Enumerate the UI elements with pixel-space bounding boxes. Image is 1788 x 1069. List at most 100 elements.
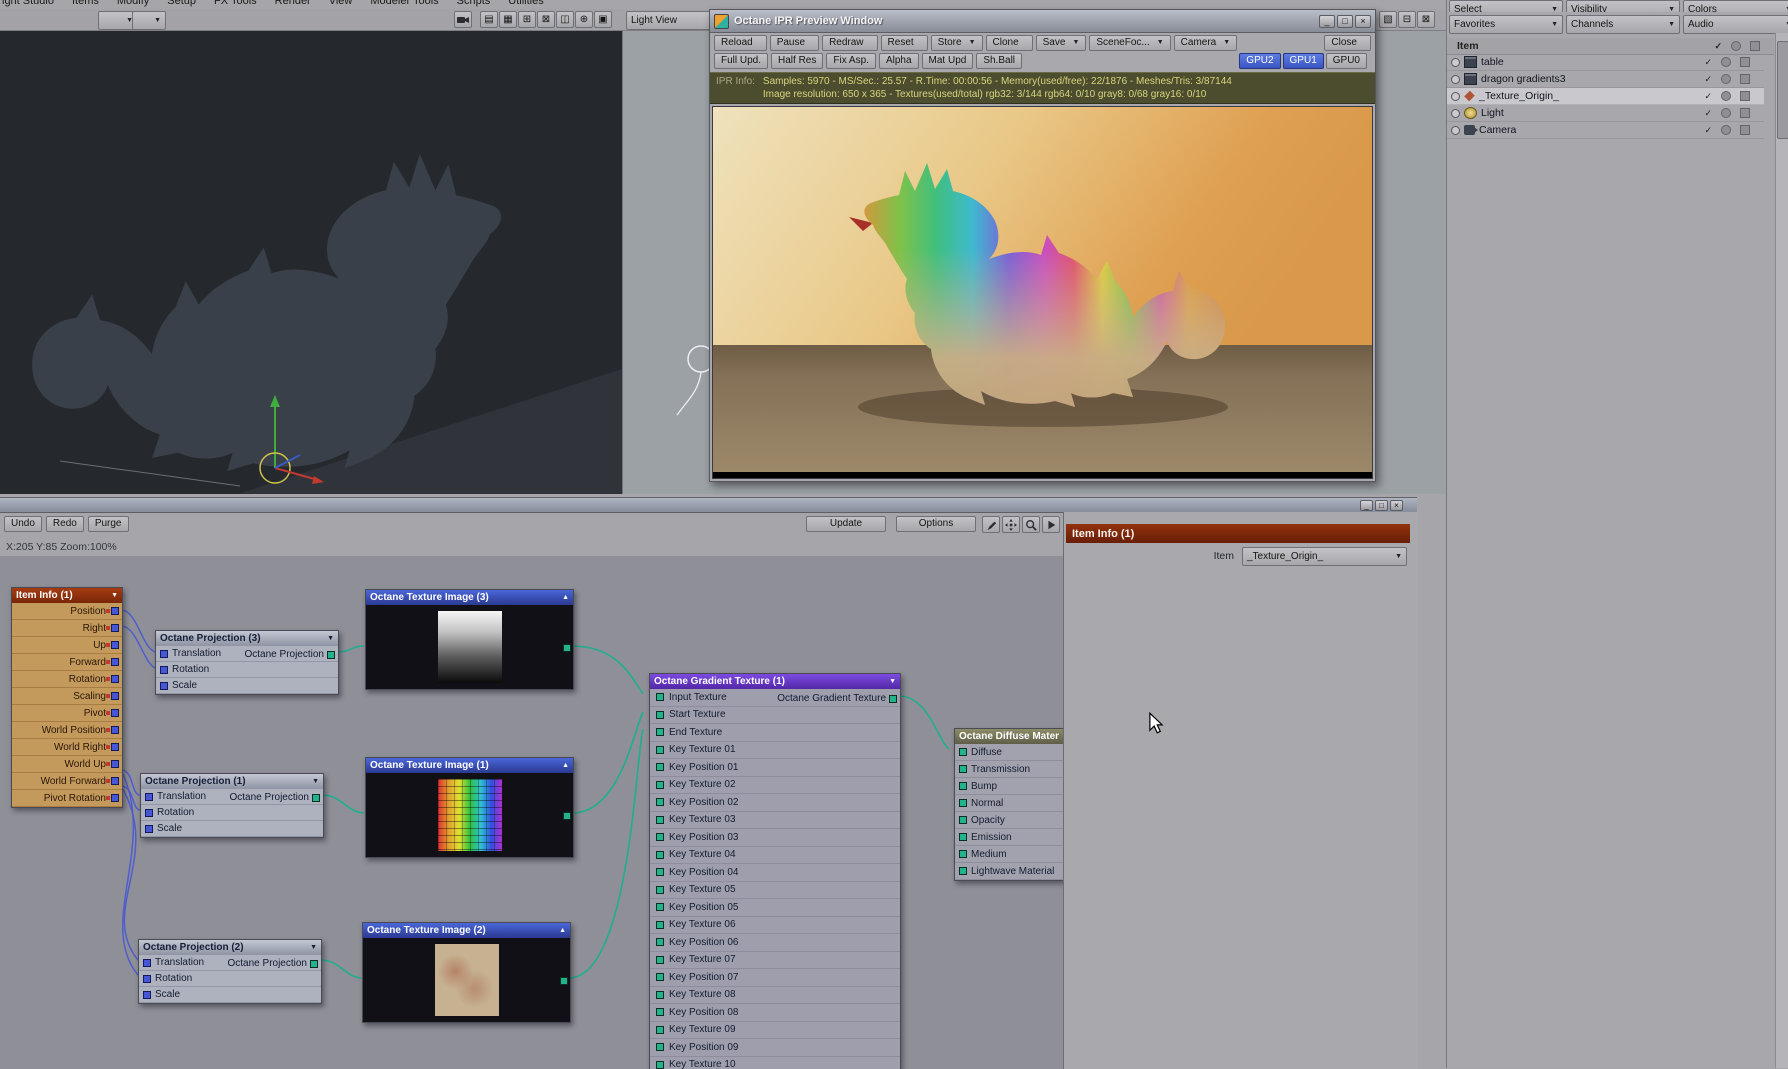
scene-scrollbar-thumb[interactable]: [1777, 41, 1788, 139]
node-input-row[interactable]: Key Position 04: [650, 864, 900, 882]
input-socket-icon[interactable]: [145, 809, 153, 817]
node-input-row[interactable]: Diffuse: [955, 744, 1063, 761]
menu-item[interactable]: View: [329, 0, 353, 7]
node-input-row[interactable]: Key Texture 02: [650, 777, 900, 795]
node-input-row[interactable]: Key Texture 08: [650, 987, 900, 1005]
output-socket-icon[interactable]: [111, 743, 119, 751]
input-socket-icon[interactable]: [656, 746, 664, 754]
input-socket-icon[interactable]: [160, 682, 168, 690]
viewport-option-icon[interactable]: ⊟: [1398, 11, 1416, 28]
zoom-icon[interactable]: [1022, 516, 1040, 533]
gpu-button[interactable]: GPU0: [1326, 53, 1367, 69]
close-button[interactable]: ×: [1390, 500, 1403, 511]
viewport-style-dropdown[interactable]: ▼: [132, 11, 166, 30]
lock-icon[interactable]: [1740, 57, 1750, 67]
item-select-dropdown[interactable]: _Texture_Origin_ ▼: [1242, 547, 1407, 566]
menu-item[interactable]: Render: [275, 0, 311, 7]
input-socket-icon[interactable]: [959, 850, 967, 858]
node-input-row[interactable]: Medium: [955, 846, 1063, 863]
scene-scrollbar[interactable]: [1775, 33, 1788, 1068]
ipr-toggle-button[interactable]: Alpha: [879, 53, 919, 69]
output-socket-icon[interactable]: [111, 777, 119, 785]
node-octane-projection-1[interactable]: Octane Projection (1)▼ Translation Rotat…: [140, 773, 324, 838]
node-graph[interactable]: Item Info (1)▼ Position Right: [0, 556, 1063, 1069]
eye-icon[interactable]: [1721, 57, 1731, 67]
input-socket-icon[interactable]: [160, 666, 168, 674]
node-input-row[interactable]: Emission: [955, 829, 1063, 846]
scene-selector-dropdown[interactable]: Colors▼: [1683, 0, 1788, 12]
input-socket-icon[interactable]: [143, 991, 151, 999]
scene-selector-dropdown[interactable]: Select▼: [1449, 0, 1563, 12]
node-input-row[interactable]: Rotation: [156, 662, 338, 678]
menu-item[interactable]: Setup: [167, 0, 196, 7]
ipr-toggle-button[interactable]: Fix Asp.: [826, 53, 876, 69]
ipr-button[interactable]: Save▼: [1036, 35, 1087, 51]
ipr-titlebar[interactable]: Octane IPR Preview Window _ □ ×: [710, 10, 1375, 33]
node-output-row[interactable]: Forward: [12, 654, 122, 671]
visibility-dot-icon[interactable]: [1451, 75, 1460, 84]
input-socket-icon[interactable]: [143, 975, 151, 983]
close-button[interactable]: ×: [1355, 15, 1371, 28]
node-output-row[interactable]: Position: [12, 603, 122, 620]
node-output-row[interactable]: World Right: [12, 739, 122, 756]
node-output-row[interactable]: World Forward: [12, 773, 122, 790]
input-socket-icon[interactable]: [656, 1026, 664, 1034]
output-socket-icon[interactable]: [111, 709, 119, 717]
node-octane-diffuse-material[interactable]: Octane Diffuse Mater Diffuse Transmissio…: [954, 728, 1063, 881]
node-octane-texture-image-1[interactable]: Octane Texture Image (1)▲: [365, 757, 574, 858]
input-socket-icon[interactable]: [656, 921, 664, 929]
history-button[interactable]: Purge: [88, 516, 129, 532]
ipr-button[interactable]: Close: [1324, 35, 1371, 51]
output-socket-icon[interactable]: [327, 651, 335, 659]
menu-item[interactable]: Modify: [117, 0, 149, 7]
menu-item[interactable]: FX Tools: [214, 0, 257, 7]
output-socket-icon[interactable]: [111, 641, 119, 649]
output-socket-icon[interactable]: [889, 695, 897, 703]
input-socket-icon[interactable]: [656, 886, 664, 894]
output-socket-icon[interactable]: [111, 607, 119, 615]
node-output-row[interactable]: World Up: [12, 756, 122, 773]
ipr-button[interactable]: Redraw: [822, 35, 877, 51]
edit-pencil-icon[interactable]: [982, 516, 1000, 533]
viewport-tool-icon[interactable]: ⊞: [518, 11, 536, 28]
menu-item[interactable]: Scripts: [457, 0, 491, 7]
node-input-row[interactable]: Key Texture 04: [650, 847, 900, 865]
node-input-row[interactable]: Key Position 03: [650, 829, 900, 847]
input-socket-icon[interactable]: [656, 1043, 664, 1051]
output-socket-icon[interactable]: [310, 960, 318, 968]
input-socket-icon[interactable]: [656, 833, 664, 841]
node-octane-texture-image-2[interactable]: Octane Texture Image (2)▲: [362, 922, 571, 1023]
ipr-button[interactable]: Pause: [770, 35, 819, 51]
input-socket-icon[interactable]: [656, 816, 664, 824]
node-input-row[interactable]: Scale: [139, 987, 321, 1003]
input-socket-icon[interactable]: [656, 781, 664, 789]
output-socket-icon[interactable]: [111, 794, 119, 802]
node-input-row[interactable]: Key Position 08: [650, 1004, 900, 1022]
node-item-info[interactable]: Item Info (1)▼ Position Right: [11, 587, 123, 808]
menu-item[interactable]: Items: [72, 0, 99, 7]
input-socket-icon[interactable]: [959, 799, 967, 807]
node-input-row[interactable]: Key Position 02: [650, 794, 900, 812]
node-input-row[interactable]: Key Position 07: [650, 969, 900, 987]
scene-tab-dropdown[interactable]: Audio▼: [1683, 15, 1788, 34]
node-input-row[interactable]: Key Texture 01: [650, 742, 900, 760]
node-input-row[interactable]: Key Position 01: [650, 759, 900, 777]
gpu-button[interactable]: GPU1: [1283, 53, 1324, 69]
visibility-dot-icon[interactable]: [1451, 109, 1460, 118]
input-socket-icon[interactable]: [959, 765, 967, 773]
node-input-row[interactable]: Rotation: [139, 971, 321, 987]
viewport-tool-icon[interactable]: ▣: [594, 11, 612, 28]
viewport-tool-icon[interactable]: ⊠: [537, 11, 555, 28]
input-socket-icon[interactable]: [656, 903, 664, 911]
lock-icon[interactable]: [1740, 108, 1750, 118]
input-socket-icon[interactable]: [656, 868, 664, 876]
list-item[interactable]: Light ✓: [1447, 105, 1764, 122]
lock-icon[interactable]: [1740, 125, 1750, 135]
scene-tab-dropdown[interactable]: Channels▼: [1566, 15, 1680, 34]
eye-icon[interactable]: [1721, 74, 1731, 84]
node-input-row[interactable]: Key Position 06: [650, 934, 900, 952]
menu-item[interactable]: Utilities: [508, 0, 543, 7]
ipr-button[interactable]: Reload: [714, 35, 767, 51]
node-octane-projection-3[interactable]: Octane Projection (3)▼ Translation Rotat…: [155, 630, 339, 695]
menu-item[interactable]: ight Studio: [2, 0, 54, 7]
